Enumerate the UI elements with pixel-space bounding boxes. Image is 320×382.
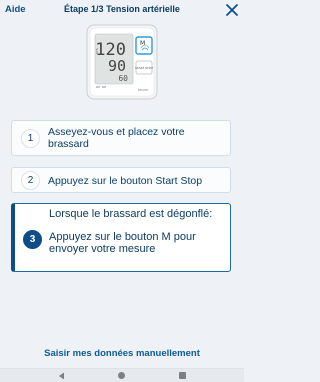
- manual-entry-link[interactable]: Saisir mes données manuellement: [0, 348, 244, 359]
- step-card-2: 2 Appuyez sur le bouton Start Stop: [11, 167, 231, 193]
- step-text: Asseyez-vous et placez votre brassard: [48, 126, 185, 150]
- page-title: Étape 1/3 Tension artérielle: [64, 4, 180, 14]
- recents-icon[interactable]: [179, 372, 186, 379]
- step-text: Appuyez sur le bouton Start Stop: [48, 175, 203, 187]
- back-icon[interactable]: [58, 372, 66, 380]
- step-number-badge: 2: [21, 171, 40, 190]
- system-navigation-bar: [0, 368, 244, 382]
- blood-pressure-monitor-illustration: SYS 120 90 60 M START STOP beurer: [86, 24, 158, 102]
- step-text: Lorsque le brassard est dégonflé: Appuye…: [49, 208, 224, 256]
- step-card-1: 1 Asseyez-vous et placez votre brassard: [11, 120, 231, 156]
- step-number-badge: 1: [21, 129, 40, 148]
- monitor-device-icon: SYS 120 90 60 M START STOP beurer: [86, 24, 158, 100]
- step-number-badge: 3: [23, 230, 42, 249]
- step-text-line-1: Lorsque le brassard est dégonflé:: [49, 208, 213, 220]
- home-icon[interactable]: [118, 372, 125, 379]
- diastolic-readout: 90: [108, 57, 126, 75]
- step-card-3-active: 3 Lorsque le brassard est dégonflé: Appu…: [11, 203, 231, 272]
- pulse-readout: 60: [118, 74, 128, 83]
- close-icon[interactable]: [224, 2, 240, 18]
- svg-text:START STOP: START STOP: [135, 66, 153, 70]
- step-text-line-2: Appuyez sur le bouton M pour envoyer vot…: [49, 230, 196, 256]
- top-bar: Aide Étape 1/3 Tension artérielle: [0, 0, 244, 22]
- brand-logo: beurer: [138, 88, 149, 92]
